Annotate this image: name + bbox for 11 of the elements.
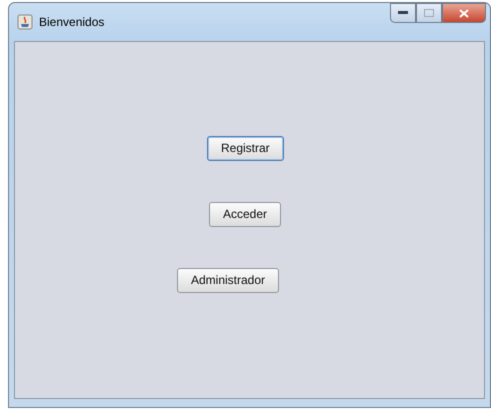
close-icon [459, 8, 469, 18]
window-title: Bienvenidos [39, 14, 104, 31]
app-icon [17, 14, 33, 30]
action-button[interactable]: Acceder [209, 202, 282, 227]
action-button[interactable]: Administrador [177, 268, 280, 293]
minimize-icon [398, 11, 408, 15]
action-button[interactable]: Registrar [207, 136, 284, 161]
close-button[interactable] [442, 3, 486, 23]
maximize-icon [424, 9, 434, 17]
minimize-button[interactable] [390, 3, 416, 23]
maximize-button[interactable] [416, 3, 442, 23]
